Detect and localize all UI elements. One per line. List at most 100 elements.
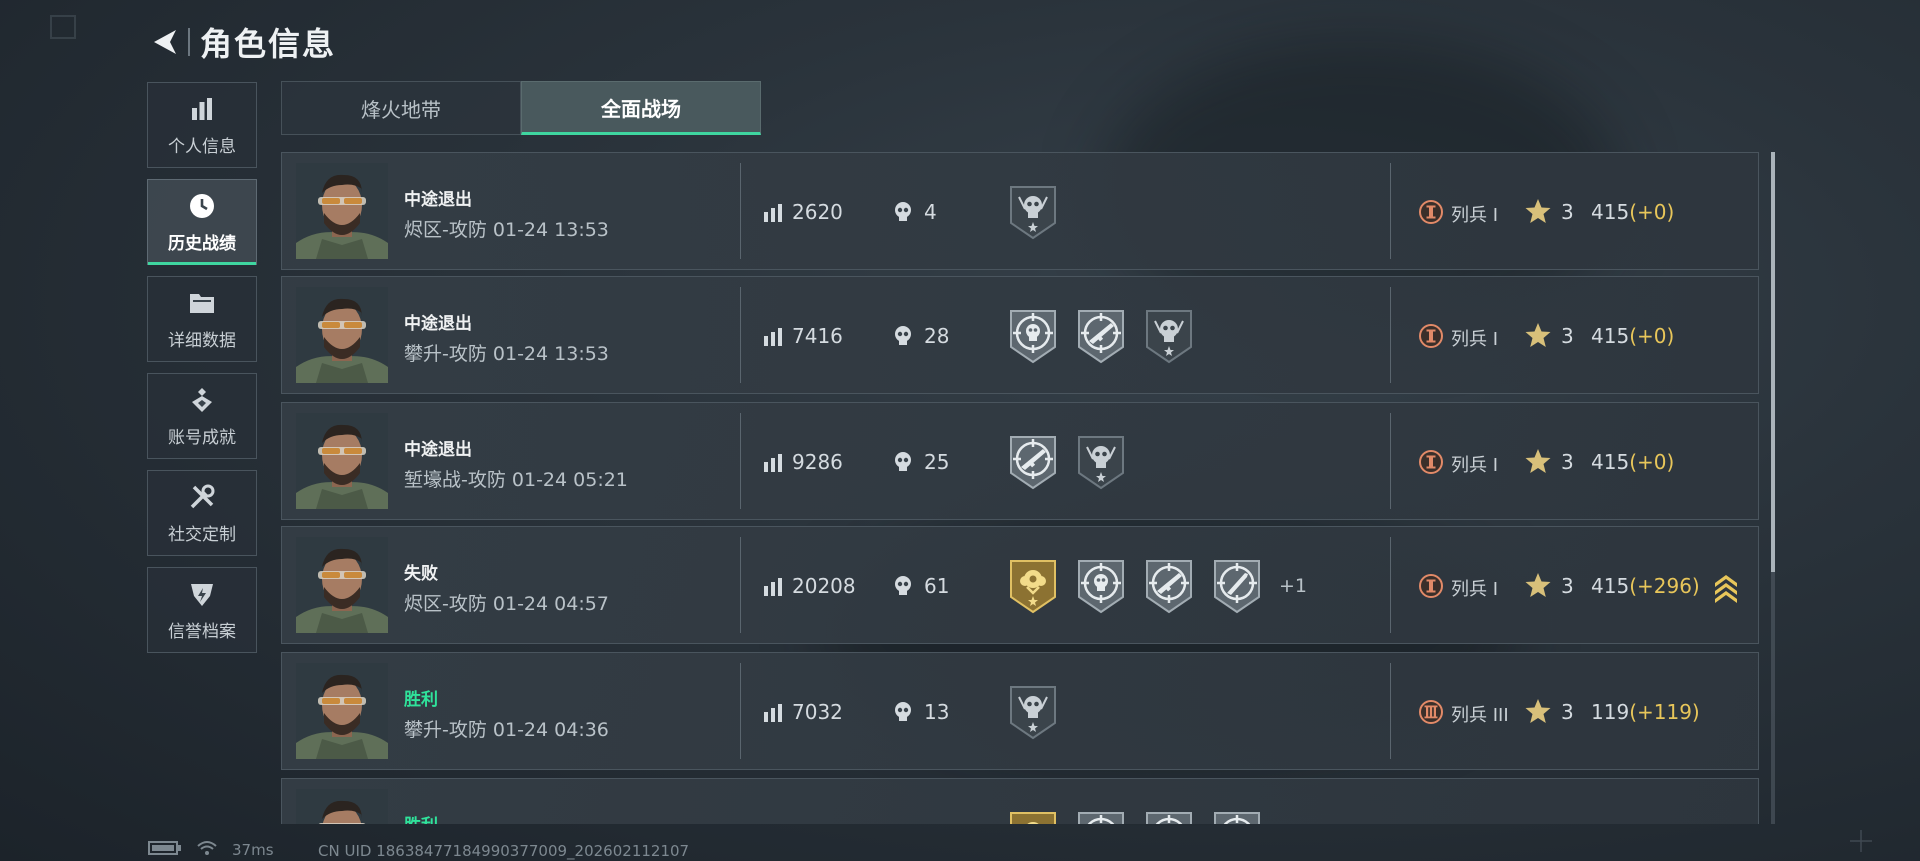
- column-divider: [1390, 663, 1391, 759]
- tools-icon: [187, 482, 217, 512]
- list-scrollbar[interactable]: [1771, 152, 1775, 824]
- match-kills: 4: [924, 200, 937, 224]
- page-header: 角色信息: [148, 18, 336, 66]
- scroll-thumb[interactable]: [1771, 152, 1775, 572]
- rank-emblem-icon: [1418, 449, 1444, 475]
- medal-badges: [1007, 683, 1075, 741]
- clock-icon: [187, 191, 217, 221]
- star-count: 3: [1561, 324, 1574, 348]
- sidebar-item-achievements[interactable]: 账号成就: [147, 373, 257, 459]
- rank-points: 415(+0): [1591, 200, 1674, 224]
- rank-name: 列兵 I: [1451, 329, 1499, 350]
- rank-up-chevron-icon: [1713, 571, 1739, 603]
- rifle-target-badge[interactable]: [1007, 433, 1059, 491]
- gold-rose-badge[interactable]: [1007, 557, 1059, 615]
- medal-badges: [1007, 183, 1075, 241]
- match-result: 胜利: [404, 811, 438, 824]
- sidebar-item-personal-info[interactable]: 个人信息: [147, 82, 257, 168]
- wifi-icon: [196, 839, 218, 861]
- rifle-target-badge[interactable]: [1143, 809, 1195, 824]
- points-value: 415: [1591, 200, 1630, 224]
- skull-icon: [892, 451, 914, 473]
- match-result: 中途退出: [404, 190, 472, 210]
- credit-shield-icon: [187, 579, 217, 609]
- medal-badges: [1007, 307, 1211, 365]
- score-icon: [763, 577, 783, 597]
- star-count: 3: [1561, 700, 1574, 724]
- skull-target-badge[interactable]: [1075, 809, 1127, 824]
- sidebar-item-label: 历史战绩: [168, 233, 236, 254]
- rank-name: 列兵 III: [1451, 705, 1509, 726]
- skull-target-badge[interactable]: [1007, 307, 1059, 365]
- points-delta: (+296): [1629, 574, 1700, 598]
- match-row[interactable]: 中途退出 堑壕战-攻防 01-24 05:21 9286 25 列兵 I 3 415(+0): [281, 402, 1759, 520]
- dark-skull-badge[interactable]: [1143, 307, 1195, 365]
- score-icon: [763, 703, 783, 723]
- match-row[interactable]: 胜利 攀升-攻防 01-24 04:36 7032 13 列兵 III 3 119(+119…: [281, 652, 1759, 770]
- dark-skull-badge[interactable]: [1075, 433, 1127, 491]
- match-result: 失败: [404, 564, 438, 584]
- rank-points: 415(+0): [1591, 324, 1674, 348]
- match-row[interactable]: 胜利: [281, 778, 1759, 824]
- rifle-target-badge[interactable]: [1143, 557, 1195, 615]
- medal-badges: [1007, 433, 1143, 491]
- column-divider: [1390, 163, 1391, 259]
- dark-skull-badge[interactable]: [1007, 683, 1059, 741]
- avatar: [296, 663, 388, 759]
- more-badges-count[interactable]: +1: [1279, 575, 1307, 597]
- match-result: 中途退出: [404, 314, 472, 334]
- rank-name: 列兵 I: [1451, 579, 1499, 600]
- match-kills: 61: [924, 574, 950, 598]
- tab-hazard-zone[interactable]: 烽火地带: [281, 81, 521, 135]
- match-row[interactable]: 中途退出 攀升-攻防 01-24 13:53 7416 28 列兵 I 3 415(+0): [281, 276, 1759, 394]
- match-list[interactable]: 中途退出 烬区-攻防 01-24 13:53 2620 4 列兵 I 3 415(+0) 中途…: [281, 152, 1759, 824]
- knife-target-badge[interactable]: [1211, 809, 1263, 824]
- uid-text: CN UID 18638477184990377009_202602112107: [318, 842, 690, 860]
- column-divider: [740, 287, 741, 383]
- score-icon: [763, 203, 783, 223]
- dark-skull-badge[interactable]: [1007, 183, 1059, 241]
- corner-frame: [50, 15, 76, 39]
- tab-all-out-warfare[interactable]: 全面战场: [521, 81, 761, 135]
- star-count: 3: [1561, 450, 1574, 474]
- folder-icon: [187, 288, 217, 318]
- skull-icon: [892, 575, 914, 597]
- avatar: [296, 287, 388, 383]
- column-divider: [740, 413, 741, 509]
- ping-value: 37ms: [232, 841, 274, 859]
- match-row[interactable]: 中途退出 烬区-攻防 01-24 13:53 2620 4 列兵 I 3 415(+0): [281, 152, 1759, 270]
- star-count: 3: [1561, 574, 1574, 598]
- page-title: 角色信息: [200, 25, 337, 63]
- sidebar-item-label: 详细数据: [168, 330, 236, 351]
- rank-emblem-icon: [1418, 573, 1444, 599]
- points-delta: (+0): [1629, 450, 1675, 474]
- avatar: [296, 789, 388, 824]
- match-row[interactable]: 失败 烬区-攻防 01-24 04:57 20208 61 +1 列兵 I 3 415(+29…: [281, 526, 1759, 644]
- sidebar-item-social-custom[interactable]: 社交定制: [147, 470, 257, 556]
- knife-target-badge[interactable]: [1211, 557, 1263, 615]
- battery-icon: [148, 840, 182, 860]
- match-mode-time: 攀升-攻防 01-24 04:36: [404, 719, 609, 741]
- back-button[interactable]: [148, 24, 184, 60]
- rifle-target-badge[interactable]: [1075, 307, 1127, 365]
- mode-tabs: 烽火地带 全面战场: [281, 81, 761, 135]
- column-divider: [1390, 413, 1391, 509]
- rank-points: 415(+0): [1591, 450, 1674, 474]
- sidebar-item-match-history[interactable]: 历史战绩: [147, 179, 257, 265]
- skull-icon: [892, 325, 914, 347]
- column-divider: [740, 663, 741, 759]
- medal-badges: +1: [1007, 557, 1307, 615]
- sidebar: 个人信息 历史战绩 详细数据 账号成就 社交定制 信誉档案: [147, 82, 257, 664]
- skull-target-badge[interactable]: [1075, 557, 1127, 615]
- match-kills: 13: [924, 700, 950, 724]
- sidebar-item-detailed-data[interactable]: 详细数据: [147, 276, 257, 362]
- sidebar-item-label: 信誉档案: [168, 621, 236, 642]
- star-icon: [1524, 197, 1552, 225]
- avatar: [296, 537, 388, 633]
- match-result: 中途退出: [404, 440, 472, 460]
- sidebar-item-credit-profile[interactable]: 信誉档案: [147, 567, 257, 653]
- points-delta: (+0): [1629, 324, 1675, 348]
- gold-rose-badge[interactable]: [1007, 809, 1059, 824]
- skull-icon: [892, 201, 914, 223]
- match-mode-time: 烬区-攻防 01-24 13:53: [404, 219, 609, 241]
